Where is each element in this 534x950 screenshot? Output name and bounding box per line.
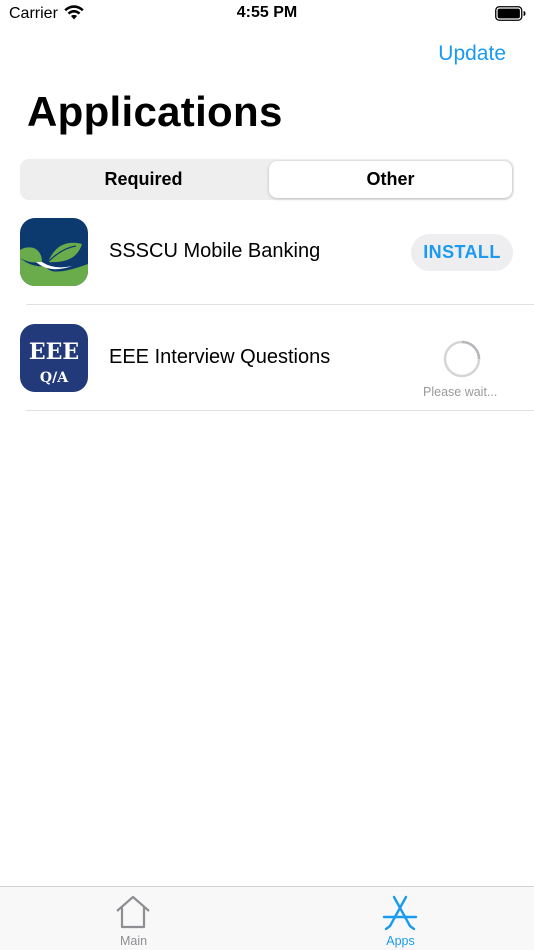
- list-item[interactable]: EEE Q/A EEE Interview Questions Please w…: [0, 305, 534, 411]
- status-bar: Carrier 4:55 PM: [0, 0, 534, 30]
- page-title: Applications: [27, 88, 283, 135]
- segmented-control: Required Other: [20, 159, 514, 200]
- tab-label: Apps: [386, 934, 415, 948]
- separator: [26, 410, 534, 411]
- segment-other[interactable]: Other: [269, 161, 512, 198]
- status-time: 4:55 PM: [236, 4, 298, 21]
- spinner-icon: [443, 340, 481, 378]
- segment-required[interactable]: Required: [22, 161, 265, 198]
- app-store-icon: [382, 895, 418, 931]
- eee-qa-icon: EEE Q/A: [20, 324, 88, 392]
- tab-main[interactable]: Main: [0, 887, 267, 950]
- tab-label: Main: [119, 934, 148, 948]
- battery-icon: [495, 6, 526, 21]
- tab-bar: Main Apps: [0, 886, 534, 950]
- house-icon: [116, 895, 150, 929]
- list-item[interactable]: SSSCU Mobile Banking INSTALL: [0, 199, 534, 305]
- eee-icon-bottom-text: Q/A: [40, 370, 69, 386]
- sssc-logo-icon: [20, 218, 88, 286]
- tab-apps[interactable]: Apps: [267, 887, 534, 950]
- app-name: EEE Interview Questions: [109, 346, 331, 368]
- install-button[interactable]: INSTALL: [411, 234, 513, 271]
- status-label: Please wait...: [423, 385, 498, 399]
- update-button[interactable]: Update: [438, 42, 506, 66]
- eee-icon-top-text: EEE: [29, 339, 79, 365]
- app-name: SSSCU Mobile Banking: [109, 240, 321, 262]
